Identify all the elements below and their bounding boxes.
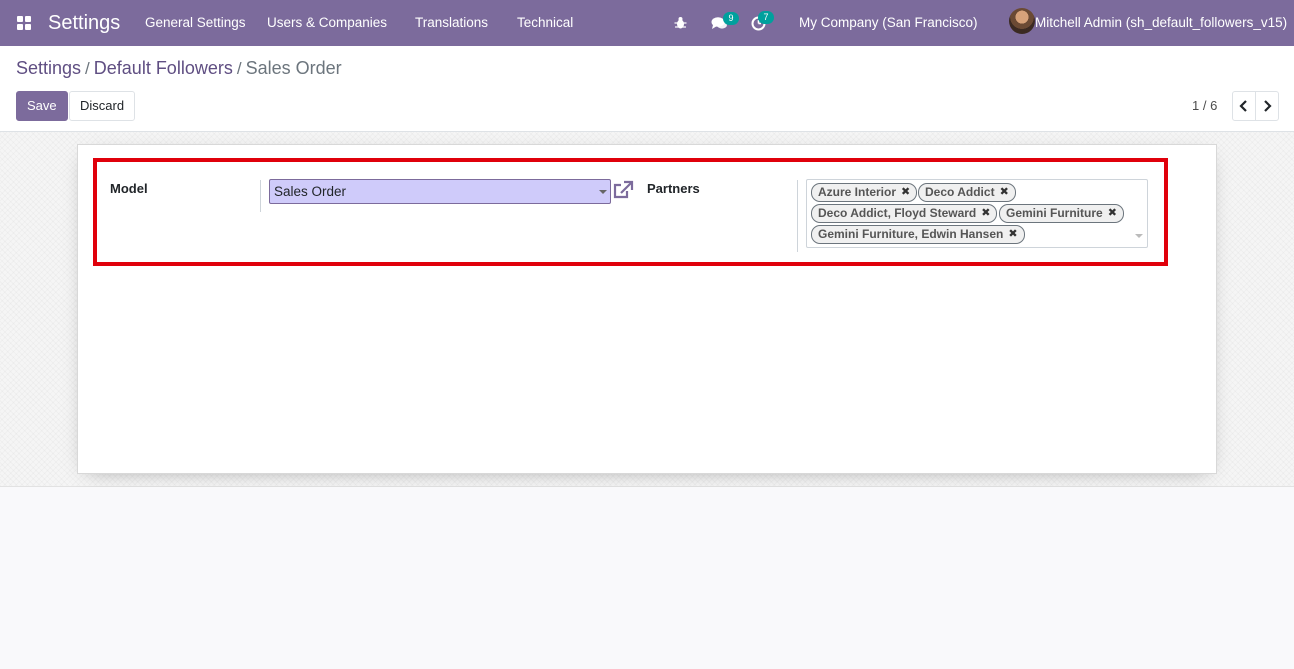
- company-switcher[interactable]: My Company (San Francisco): [799, 15, 978, 30]
- activities-badge: 7: [758, 11, 774, 24]
- highlight-box: [93, 158, 1168, 266]
- menu-users-companies[interactable]: Users & Companies: [267, 15, 387, 30]
- menu-technical[interactable]: Technical: [517, 15, 573, 30]
- pager-value[interactable]: 1 / 6: [1192, 98, 1217, 113]
- menu-general-settings[interactable]: General Settings: [145, 15, 246, 30]
- app-title[interactable]: Settings: [48, 12, 120, 35]
- bug-icon[interactable]: [674, 16, 687, 30]
- messages-badge: 9: [723, 12, 739, 25]
- breadcrumb-separator: /: [236, 59, 242, 78]
- breadcrumb-separator: /: [85, 59, 90, 78]
- chevron-left-icon: [1239, 100, 1247, 112]
- breadcrumb-settings[interactable]: Settings: [16, 58, 81, 79]
- user-avatar[interactable]: [1009, 8, 1035, 34]
- control-panel: Settings / Default Followers / Sales Ord…: [0, 46, 1294, 132]
- user-menu[interactable]: Mitchell Admin (sh_default_followers_v15…: [1035, 15, 1287, 30]
- chevron-right-icon: [1264, 100, 1272, 112]
- pager-next-button[interactable]: [1255, 91, 1279, 121]
- discard-button[interactable]: Discard: [69, 91, 136, 121]
- breadcrumb-default-followers[interactable]: Default Followers: [94, 58, 233, 79]
- breadcrumb-current: Sales Order: [245, 58, 342, 78]
- top-navbar: Settings General Settings Users & Compan…: [0, 0, 1294, 46]
- pager-previous-button[interactable]: [1232, 91, 1256, 121]
- page-bottom: [0, 487, 1294, 669]
- save-button[interactable]: Save: [16, 91, 68, 121]
- apps-grid-icon[interactable]: [17, 16, 32, 31]
- menu-translations[interactable]: Translations: [415, 15, 488, 30]
- breadcrumb: Settings / Default Followers / Sales Ord…: [16, 58, 342, 79]
